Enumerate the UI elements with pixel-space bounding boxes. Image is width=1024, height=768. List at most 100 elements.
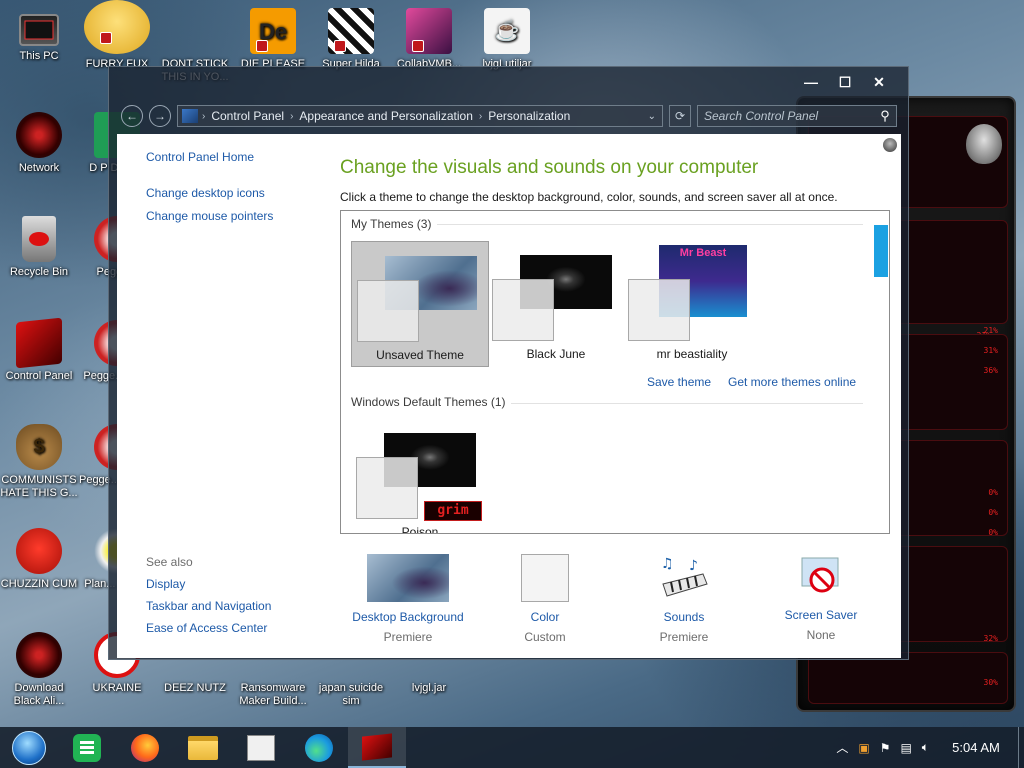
option-color[interactable]: Color Custom: [485, 554, 605, 644]
gadget-percent: 0%: [988, 508, 998, 517]
address-row: ← → › Control Panel › Appearance and Per…: [121, 103, 897, 129]
search-box: ⚲: [697, 105, 897, 127]
mrbeast-banner-text: Mr Beast: [679, 247, 727, 259]
gadget-percent: 0%: [988, 488, 998, 497]
cartoon-face-icon: [84, 0, 150, 54]
user-avatar-icon[interactable]: [883, 138, 897, 152]
desktop-icon-communists[interactable]: $ COMMUNISTS HATE THIS G...: [0, 424, 78, 500]
theme-list-scrollbar[interactable]: [873, 211, 889, 533]
desktop-icon-die-please[interactable]: De DIE PLEASE: [234, 8, 312, 71]
breadcrumb-appearance[interactable]: Appearance and Personalization: [293, 109, 478, 123]
desktop-background-icon: [367, 554, 449, 602]
group-divider: [511, 403, 863, 404]
notepad-icon: [73, 733, 101, 762]
recycle-bin-icon: [22, 216, 56, 262]
save-theme-link[interactable]: Save theme: [647, 375, 711, 389]
theme-unsaved[interactable]: Unsaved Theme: [351, 241, 489, 367]
option-value: None: [806, 628, 836, 642]
address-dropdown-button[interactable]: ⌄: [642, 111, 662, 122]
shortcut-overlay-icon: [256, 40, 268, 52]
taskbar: ︿ ▣ ⚑ ▤ 🔈︎ 5:04 AM: [0, 727, 1024, 768]
theme-name: Unsaved Theme: [376, 348, 464, 362]
breadcrumb-personalization[interactable]: Personalization: [482, 109, 576, 123]
desktop-icon-download-black[interactable]: Download Black Ali...: [0, 632, 78, 708]
option-desktop-background[interactable]: Desktop Background Premiere: [348, 554, 468, 644]
theme-poison[interactable]: grim Poison: [351, 419, 489, 533]
grim-text: grim: [437, 503, 469, 518]
desktop-icon-chuzzin[interactable]: CHUZZIN CUM: [0, 528, 78, 591]
option-label: Color: [530, 610, 560, 624]
address-bar[interactable]: › Control Panel › Appearance and Persona…: [177, 105, 663, 127]
link-control-panel-home[interactable]: Control Panel Home: [146, 150, 326, 165]
back-button[interactable]: ←: [121, 105, 143, 127]
desktop-icon-label: japan suicide sim: [318, 682, 384, 707]
theme-mr-beastiality[interactable]: Mr Beast mr beastiality: [623, 241, 761, 367]
taskbar-notepad[interactable]: [58, 727, 116, 768]
maximize-button[interactable]: ☐: [828, 71, 862, 93]
taskbar-file-explorer[interactable]: [174, 727, 232, 768]
refresh-button[interactable]: ⟳: [669, 105, 691, 127]
volume-icon[interactable]: 🔈︎: [917, 740, 934, 755]
link-change-mouse-pointers[interactable]: Change mouse pointers: [146, 209, 326, 224]
desktop-icon-label: Network: [18, 162, 60, 174]
desktop-icon-label: CHUZZIN CUM: [0, 578, 78, 590]
face-icon: [172, 8, 218, 54]
forward-button[interactable]: →: [149, 105, 171, 127]
control-panel-icon: [182, 109, 198, 123]
desktop-icon-label: Ransomware Maker Build...: [239, 682, 307, 707]
search-input[interactable]: [704, 109, 874, 123]
theme-name: mr beastiality: [656, 347, 728, 361]
start-button[interactable]: [0, 727, 58, 768]
tray-overflow-chevron-icon[interactable]: ︿: [831, 739, 853, 756]
red-chuzzle-icon: [16, 528, 62, 574]
show-desktop-button[interactable]: [1018, 727, 1024, 768]
scrollbar-thumb[interactable]: [874, 225, 888, 277]
taskbar-active-app[interactable]: [348, 727, 406, 768]
desktop-icon-recycle-bin[interactable]: Recycle Bin: [0, 216, 78, 279]
desktop-icon-network[interactable]: Network: [0, 112, 78, 175]
start-orb-icon: [12, 730, 46, 765]
link-ease-of-access[interactable]: Ease of Access Center: [146, 621, 326, 635]
theme-black-june[interactable]: Black June: [487, 241, 625, 367]
desktop-icon-collabvm[interactable]: CollabVMB...: [390, 8, 468, 71]
see-also-header: See also: [146, 555, 193, 569]
desktop-icon-this-pc[interactable]: This PC: [0, 8, 78, 63]
taskbar-firefox[interactable]: [116, 727, 174, 768]
screen-saver-icon: [798, 554, 844, 600]
desktop-icon-label: COMMUNISTS HATE THIS G...: [0, 474, 78, 499]
taskbar-clock[interactable]: 5:04 AM: [934, 740, 1018, 755]
alien-red-icon: [16, 632, 62, 678]
desktop-icon-lvjglutiljar[interactable]: ☕ lvjgLutiljar: [468, 8, 546, 71]
file-explorer-icon: [188, 735, 218, 760]
desktop-icon-label: lvjgl.jar: [411, 682, 447, 694]
action-center-flag-icon[interactable]: ⚑: [875, 741, 896, 755]
link-change-desktop-icons[interactable]: Change desktop icons: [146, 186, 326, 201]
search-icon[interactable]: ⚲: [874, 108, 896, 124]
desktop-icon-furry-fux[interactable]: FURRY FUX: [78, 0, 156, 71]
taskbar-edge[interactable]: [290, 727, 348, 768]
alien-logo-icon: [966, 124, 1002, 164]
firefox-icon: [131, 733, 159, 762]
breadcrumb-control-panel[interactable]: Control Panel: [205, 109, 290, 123]
default-themes-header: Windows Default Themes (1): [351, 395, 506, 409]
option-sounds[interactable]: ♫ ♪ Sounds Premiere: [624, 554, 744, 644]
close-button[interactable]: ✕: [862, 71, 896, 93]
theme-color-swatch: [628, 279, 690, 341]
network-tray-icon[interactable]: ▤: [895, 741, 916, 755]
taskbar-app[interactable]: [232, 727, 290, 768]
link-display[interactable]: Display: [146, 577, 326, 591]
link-taskbar-navigation[interactable]: Taskbar and Navigation: [146, 599, 326, 613]
option-screen-saver[interactable]: Screen Saver None: [761, 554, 881, 642]
grim-badge: grim: [424, 501, 482, 521]
theme-color-swatch: [357, 280, 419, 342]
minimize-button[interactable]: —: [794, 71, 828, 93]
desktop-icon-super-hilda[interactable]: Super Hilda: [312, 8, 390, 71]
group-divider: [437, 224, 863, 225]
theme-color-swatch: [356, 457, 418, 519]
tray-app-icon[interactable]: ▣: [853, 741, 874, 755]
desktop-icon-control-panel[interactable]: Control Panel: [0, 317, 78, 383]
theme-list: My Themes (3) Unsaved Theme Black June M…: [340, 210, 890, 534]
this-pc-icon: [19, 14, 59, 46]
gadget-percent: 30%: [983, 678, 998, 687]
get-more-themes-link[interactable]: Get more themes online: [728, 375, 856, 389]
